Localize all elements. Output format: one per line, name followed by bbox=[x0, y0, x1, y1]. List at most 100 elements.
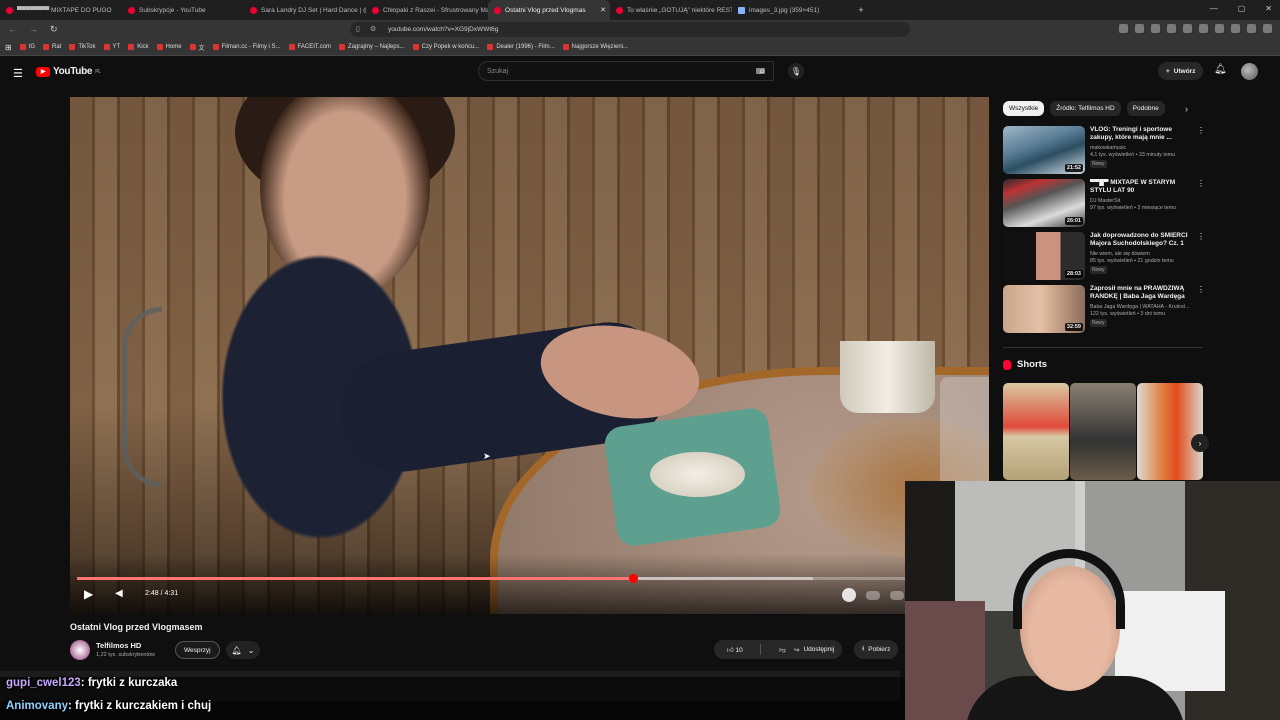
like-button[interactable]: 👍︎ 10 bbox=[727, 646, 743, 654]
youtube-logo[interactable]: ▶ YouTube PL bbox=[36, 66, 101, 77]
download-label: Pobierz bbox=[868, 646, 891, 653]
site-info-icon[interactable]: ⚙ bbox=[370, 25, 376, 33]
bookmark-item[interactable]: TikTok bbox=[69, 44, 96, 50]
bookmark-item[interactable]: Najgorsze Więzieni... bbox=[562, 44, 628, 50]
recommendation-item[interactable]: 28:03 Jak doprowadzono do ŚMIERCI Majora … bbox=[1003, 232, 1205, 282]
recommendation-item[interactable]: 32:59 Zaprosił mnie na PRAWDZIWĄ RANDKĘ |… bbox=[1003, 285, 1205, 335]
extension-icon[interactable] bbox=[1231, 24, 1240, 33]
bookmark-item[interactable]: YT bbox=[103, 44, 120, 50]
bookmark-item[interactable]: IG bbox=[19, 44, 35, 50]
search-input[interactable]: Szukaj bbox=[478, 61, 774, 81]
subtitles-icon[interactable] bbox=[866, 591, 880, 600]
autoplay-toggle[interactable] bbox=[842, 588, 856, 602]
recommendation-title[interactable]: Zaprosił mnie na PRAWDZIWĄ RANDKĘ | Baba… bbox=[1090, 285, 1190, 301]
bookmark-item[interactable]: Zagrajmy – Najleps... bbox=[338, 44, 405, 50]
recommendation-title[interactable]: VLOG: Treningi i sportowe zakupy, które … bbox=[1090, 126, 1190, 142]
recommendation-thumbnail[interactable]: 26:01 bbox=[1003, 179, 1085, 227]
short-thumbnail[interactable] bbox=[1003, 383, 1069, 480]
bookmark-item[interactable]: Filman.cc - Filmy i S... bbox=[212, 44, 281, 50]
browser-tab[interactable]: Sara Landry DJ Set | Hard Dance | @ bbox=[244, 0, 366, 20]
download-button[interactable]: ⭳ Pobierz bbox=[854, 640, 899, 659]
recommendation-thumbnail[interactable]: 21:52 bbox=[1003, 126, 1085, 174]
extension-icon[interactable] bbox=[1119, 24, 1128, 33]
extension-icon[interactable] bbox=[1215, 24, 1224, 33]
filter-chip[interactable]: Wszystkie bbox=[1003, 101, 1045, 116]
create-button[interactable]: + Utwórz bbox=[1158, 62, 1204, 80]
short-thumbnail[interactable] bbox=[1137, 383, 1203, 480]
extension-icon[interactable] bbox=[1199, 24, 1208, 33]
browser-tab[interactable]: Ostatni Vlog przed Vlogmas ✕ bbox=[488, 0, 610, 20]
account-avatar[interactable] bbox=[1241, 63, 1258, 80]
url-field[interactable]: ▯ ⚙ youtube.com/watch?v=XG9jDxWWt6g bbox=[350, 22, 910, 37]
browser-tab[interactable]: To właśnie „GOTUJĄ” niektóre RESTA bbox=[610, 0, 732, 20]
filter-chip[interactable]: Źródło: Telfilmos HD bbox=[1050, 101, 1121, 116]
recommendation-meta: 85 tys. wyświetleń • 21 godzin temu bbox=[1090, 258, 1174, 264]
extension-icon[interactable] bbox=[1167, 24, 1176, 33]
webcam-overlay bbox=[905, 481, 1280, 720]
bookmark-label: TikTok bbox=[78, 44, 96, 50]
play-icon[interactable]: ▶ bbox=[84, 587, 93, 601]
close-tab-icon[interactable]: ✕ bbox=[600, 6, 606, 14]
bookmark-item[interactable]: 文 bbox=[189, 43, 205, 52]
chevron-right-icon[interactable]: › bbox=[1191, 434, 1209, 452]
microphone-icon[interactable]: 🎙︎ bbox=[788, 63, 804, 79]
new-tab-button[interactable]: + bbox=[854, 5, 868, 15]
browser-tab[interactable]: Chłopaki z Raszei - Sfrustrowany Ma bbox=[366, 0, 488, 20]
forward-icon[interactable]: → bbox=[29, 24, 38, 35]
filter-chip[interactable]: Podobne bbox=[1126, 101, 1165, 116]
channel-avatar[interactable] bbox=[70, 640, 90, 660]
channel-name[interactable]: Telfilmos HD bbox=[96, 641, 141, 650]
recommendation-channel[interactable]: Baba Jaga Wardęga | WATAHA - Krulest... bbox=[1090, 304, 1200, 310]
extension-icon[interactable] bbox=[1247, 24, 1256, 33]
minimize-icon[interactable]: — bbox=[1210, 4, 1218, 13]
search-icon[interactable]: ⌕ bbox=[750, 61, 774, 81]
tab-title: Sara Landry DJ Set | Hard Dance | @ bbox=[261, 6, 366, 14]
extension-icon[interactable] bbox=[1135, 24, 1144, 33]
recommendation-title[interactable]: ▀▀█▀ MIXTAPE W STARYM STYLU LAT 90 bbox=[1090, 179, 1190, 195]
browser-tab[interactable]: Subskrypcje - YouTube bbox=[122, 0, 244, 20]
recommendation-thumbnail[interactable]: 28:03 bbox=[1003, 232, 1085, 280]
progress-bar[interactable] bbox=[77, 574, 974, 583]
browser-tab[interactable]: images_3.jpg (359×451) bbox=[732, 0, 854, 20]
bookmark-item[interactable]: Dealer (1996) - Film... bbox=[487, 44, 555, 50]
recommendation-channel[interactable]: makowkamusic bbox=[1090, 145, 1200, 151]
video-player[interactable]: ▶ ◀︎ 2:48 / 4:31 bbox=[70, 97, 989, 614]
extension-icon[interactable] bbox=[1263, 24, 1272, 33]
share-button[interactable]: ↪ Udostępnij bbox=[786, 640, 843, 659]
bookmark-item[interactable]: Czy Popek w końcu... bbox=[412, 44, 479, 50]
bookmark-item[interactable]: Kick bbox=[128, 44, 149, 50]
settings-icon[interactable] bbox=[890, 591, 904, 600]
recommendation-channel[interactable]: Nie wiem, ale się dowiem bbox=[1090, 251, 1200, 257]
recommendation-item[interactable]: 26:01 ▀▀█▀ MIXTAPE W STARYM STYLU LAT 90 D… bbox=[1003, 179, 1205, 229]
recommendation-item[interactable]: 21:52 VLOG: Treningi i sportowe zakupy, k… bbox=[1003, 126, 1205, 176]
more-options-icon[interactable]: ⋮ bbox=[1197, 126, 1205, 135]
reload-icon[interactable]: ↻ bbox=[50, 24, 58, 35]
new-badge: Nowy bbox=[1090, 266, 1107, 274]
bookmark-item[interactable]: Home bbox=[156, 44, 182, 50]
recommendation-title[interactable]: Jak doprowadzono do ŚMIERCI Majora Sucho… bbox=[1090, 232, 1190, 248]
extension-icon[interactable] bbox=[1183, 24, 1192, 33]
short-thumbnail[interactable] bbox=[1070, 383, 1136, 480]
menu-icon[interactable]: ☰ bbox=[13, 67, 23, 80]
close-window-icon[interactable]: ✕ bbox=[1265, 4, 1272, 13]
recommendation-thumbnail[interactable]: 32:59 bbox=[1003, 285, 1085, 333]
more-options-icon[interactable]: ⋮ bbox=[1197, 232, 1205, 241]
chevron-right-icon[interactable]: › bbox=[1185, 104, 1188, 114]
more-options-icon[interactable]: ⋮ bbox=[1197, 285, 1205, 294]
chevron-down-icon: ⌄ bbox=[247, 645, 255, 655]
sponsor-button[interactable]: Wesprzyj bbox=[175, 641, 220, 659]
apps-grid-icon[interactable]: ⊞ bbox=[5, 43, 12, 52]
bookmark-page-icon[interactable]: ▯ bbox=[356, 25, 360, 33]
bookmark-label: Kick bbox=[137, 44, 149, 50]
recommendation-channel[interactable]: DJ MasterSit bbox=[1090, 198, 1200, 204]
notifications-icon[interactable]: 🔔︎ bbox=[1214, 64, 1227, 75]
bookmark-item[interactable]: Rat bbox=[43, 44, 61, 50]
subscription-bell-button[interactable]: 🔔︎ ⌄ bbox=[226, 641, 260, 659]
extension-icon[interactable] bbox=[1151, 24, 1160, 33]
back-icon[interactable]: ← bbox=[8, 24, 17, 35]
maximize-icon[interactable]: ▢ bbox=[1238, 4, 1246, 13]
browser-tab[interactable]: ▀▀▀▀▀▀▀ MIXTAPE DO PUGO bbox=[0, 0, 122, 20]
more-options-icon[interactable]: ⋮ bbox=[1197, 179, 1205, 188]
bookmark-item[interactable]: FACEIT.com bbox=[288, 44, 331, 50]
volume-icon[interactable]: ◀︎ bbox=[115, 588, 123, 599]
